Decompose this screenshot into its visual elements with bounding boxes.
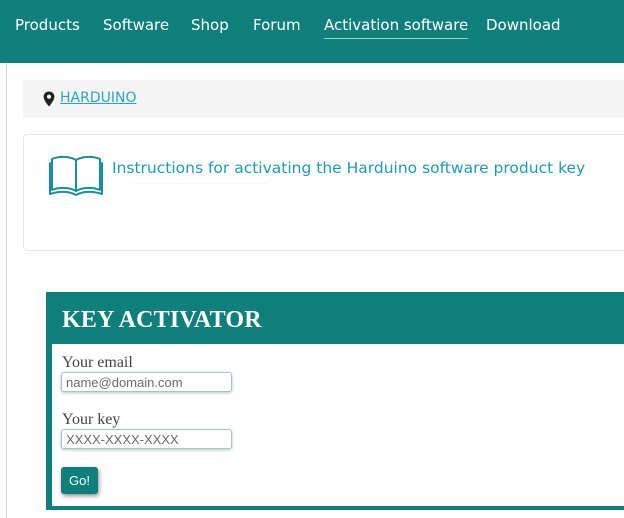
key-activator-panel: KEY ACTIVATOR Your email Your key Go! [46, 292, 624, 510]
divider [132, 183, 267, 187]
panel-title: KEY ACTIVATOR [62, 307, 262, 333]
nav-item-shop[interactable]: Shop [191, 16, 229, 34]
nav-item-software[interactable]: Software [103, 16, 169, 34]
instructions-card: Instructions for activating the Harduino… [23, 134, 624, 251]
nav-item-download[interactable]: Download [486, 16, 561, 34]
email-field[interactable] [61, 372, 232, 392]
go-button[interactable]: Go! [61, 467, 98, 494]
email-label: Your email [62, 354, 133, 371]
map-pin-icon [43, 91, 55, 107]
breadcrumb-link-harduino[interactable]: HARDUINO [60, 90, 136, 106]
top-navbar: Products Software Shop Forum Activation … [0, 0, 624, 63]
nav-item-forum[interactable]: Forum [253, 16, 301, 34]
key-label: Your key [62, 411, 121, 428]
nav-item-products[interactable]: Products [15, 16, 80, 34]
nav-item-activation-software[interactable]: Activation software [324, 16, 469, 39]
breadcrumb: HARDUINO [23, 80, 624, 118]
key-field[interactable] [61, 429, 232, 449]
instructions-link[interactable]: Instructions for activating the Harduino… [112, 159, 585, 177]
page-left-border [6, 62, 7, 518]
open-book-icon [49, 155, 103, 196]
activator-form: Your email Your key Go! [52, 344, 624, 506]
